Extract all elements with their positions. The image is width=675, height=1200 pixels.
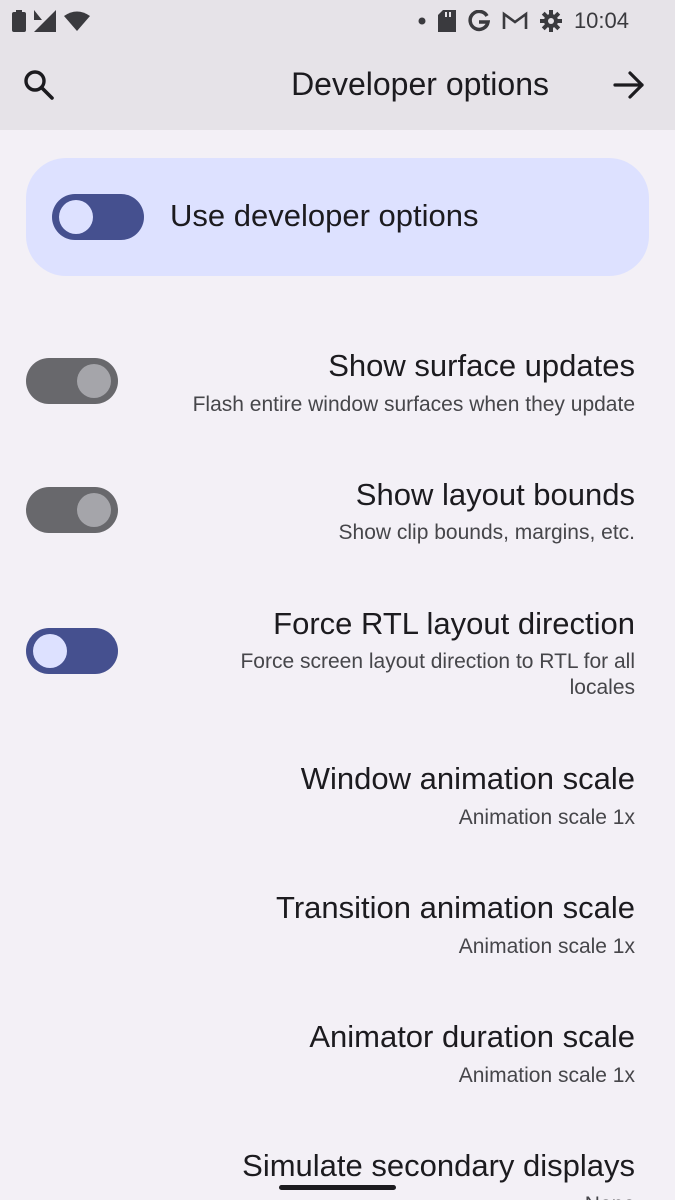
status-time: 10:04: [573, 8, 629, 33]
dot-icon: [418, 17, 426, 25]
settings-gear-icon: [539, 10, 562, 32]
setting-subtitle: locales: [569, 676, 635, 699]
setting-show-layout-bounds[interactable]: Show layout bounds Show clip bounds, mar…: [0, 460, 675, 570]
gmail-icon: [502, 11, 528, 29]
setting-subtitle: Animation scale 1x: [458, 1064, 635, 1087]
setting-subtitle: Flash entire window surfaces when they u…: [192, 393, 635, 416]
setting-title: Animator duration scale: [309, 1019, 635, 1054]
back-button[interactable]: [612, 68, 646, 102]
status-bar: 10:04: [0, 0, 675, 42]
signal-icon: [34, 10, 56, 32]
search-button[interactable]: [22, 68, 56, 102]
show-layout-bounds-switch[interactable]: [26, 487, 118, 533]
setting-subtitle: Animation scale 1x: [458, 935, 635, 958]
show-surface-updates-switch[interactable]: [26, 358, 118, 404]
battery-icon: [12, 10, 26, 32]
use-developer-options-card[interactable]: Use developer options: [26, 158, 649, 276]
setting-show-surface-updates[interactable]: Show surface updates Flash entire window…: [0, 330, 675, 440]
setting-transition-animation-scale[interactable]: Transition animation scale Animation sca…: [0, 874, 675, 984]
switch-thumb: [77, 364, 111, 398]
app-bar: Developer options: [0, 42, 675, 130]
setting-title: Simulate secondary displays: [242, 1148, 635, 1183]
use-developer-options-label: Use developer options: [170, 198, 479, 233]
setting-title: Transition animation scale: [276, 890, 635, 925]
status-left: [12, 10, 98, 32]
arrow-right-icon: [613, 71, 644, 99]
setting-window-animation-scale[interactable]: Window animation scale Animation scale 1…: [0, 745, 675, 855]
setting-subtitle: Show clip bounds, margins, etc.: [338, 521, 635, 544]
setting-title: Force RTL layout direction: [273, 606, 635, 641]
gesture-nav-handle[interactable]: [279, 1185, 396, 1190]
status-right: 10:04: [406, 8, 629, 34]
sd-card-icon: [437, 10, 456, 32]
setting-title: Show surface updates: [328, 348, 635, 383]
setting-subtitle: Force screen layout direction to RTL for…: [240, 650, 635, 673]
search-icon: [24, 70, 54, 100]
setting-animator-duration-scale[interactable]: Animator duration scale Animation scale …: [0, 1003, 675, 1113]
setting-force-rtl[interactable]: Force RTL layout direction Force screen …: [0, 590, 675, 720]
wifi-icon: [64, 11, 90, 31]
switch-thumb: [59, 200, 93, 234]
setting-title: Window animation scale: [300, 761, 635, 796]
switch-thumb: [77, 493, 111, 527]
google-icon: [468, 10, 490, 32]
force-rtl-switch[interactable]: [26, 628, 118, 674]
setting-subtitle: None: [585, 1191, 635, 1200]
screen: 10:04 Developer options Use developer op…: [0, 0, 675, 1200]
switch-thumb: [33, 634, 67, 668]
page-title: Developer options: [291, 66, 549, 102]
use-developer-options-switch[interactable]: [52, 194, 144, 240]
setting-subtitle: Animation scale 1x: [458, 806, 635, 829]
setting-title: Show layout bounds: [355, 477, 635, 512]
